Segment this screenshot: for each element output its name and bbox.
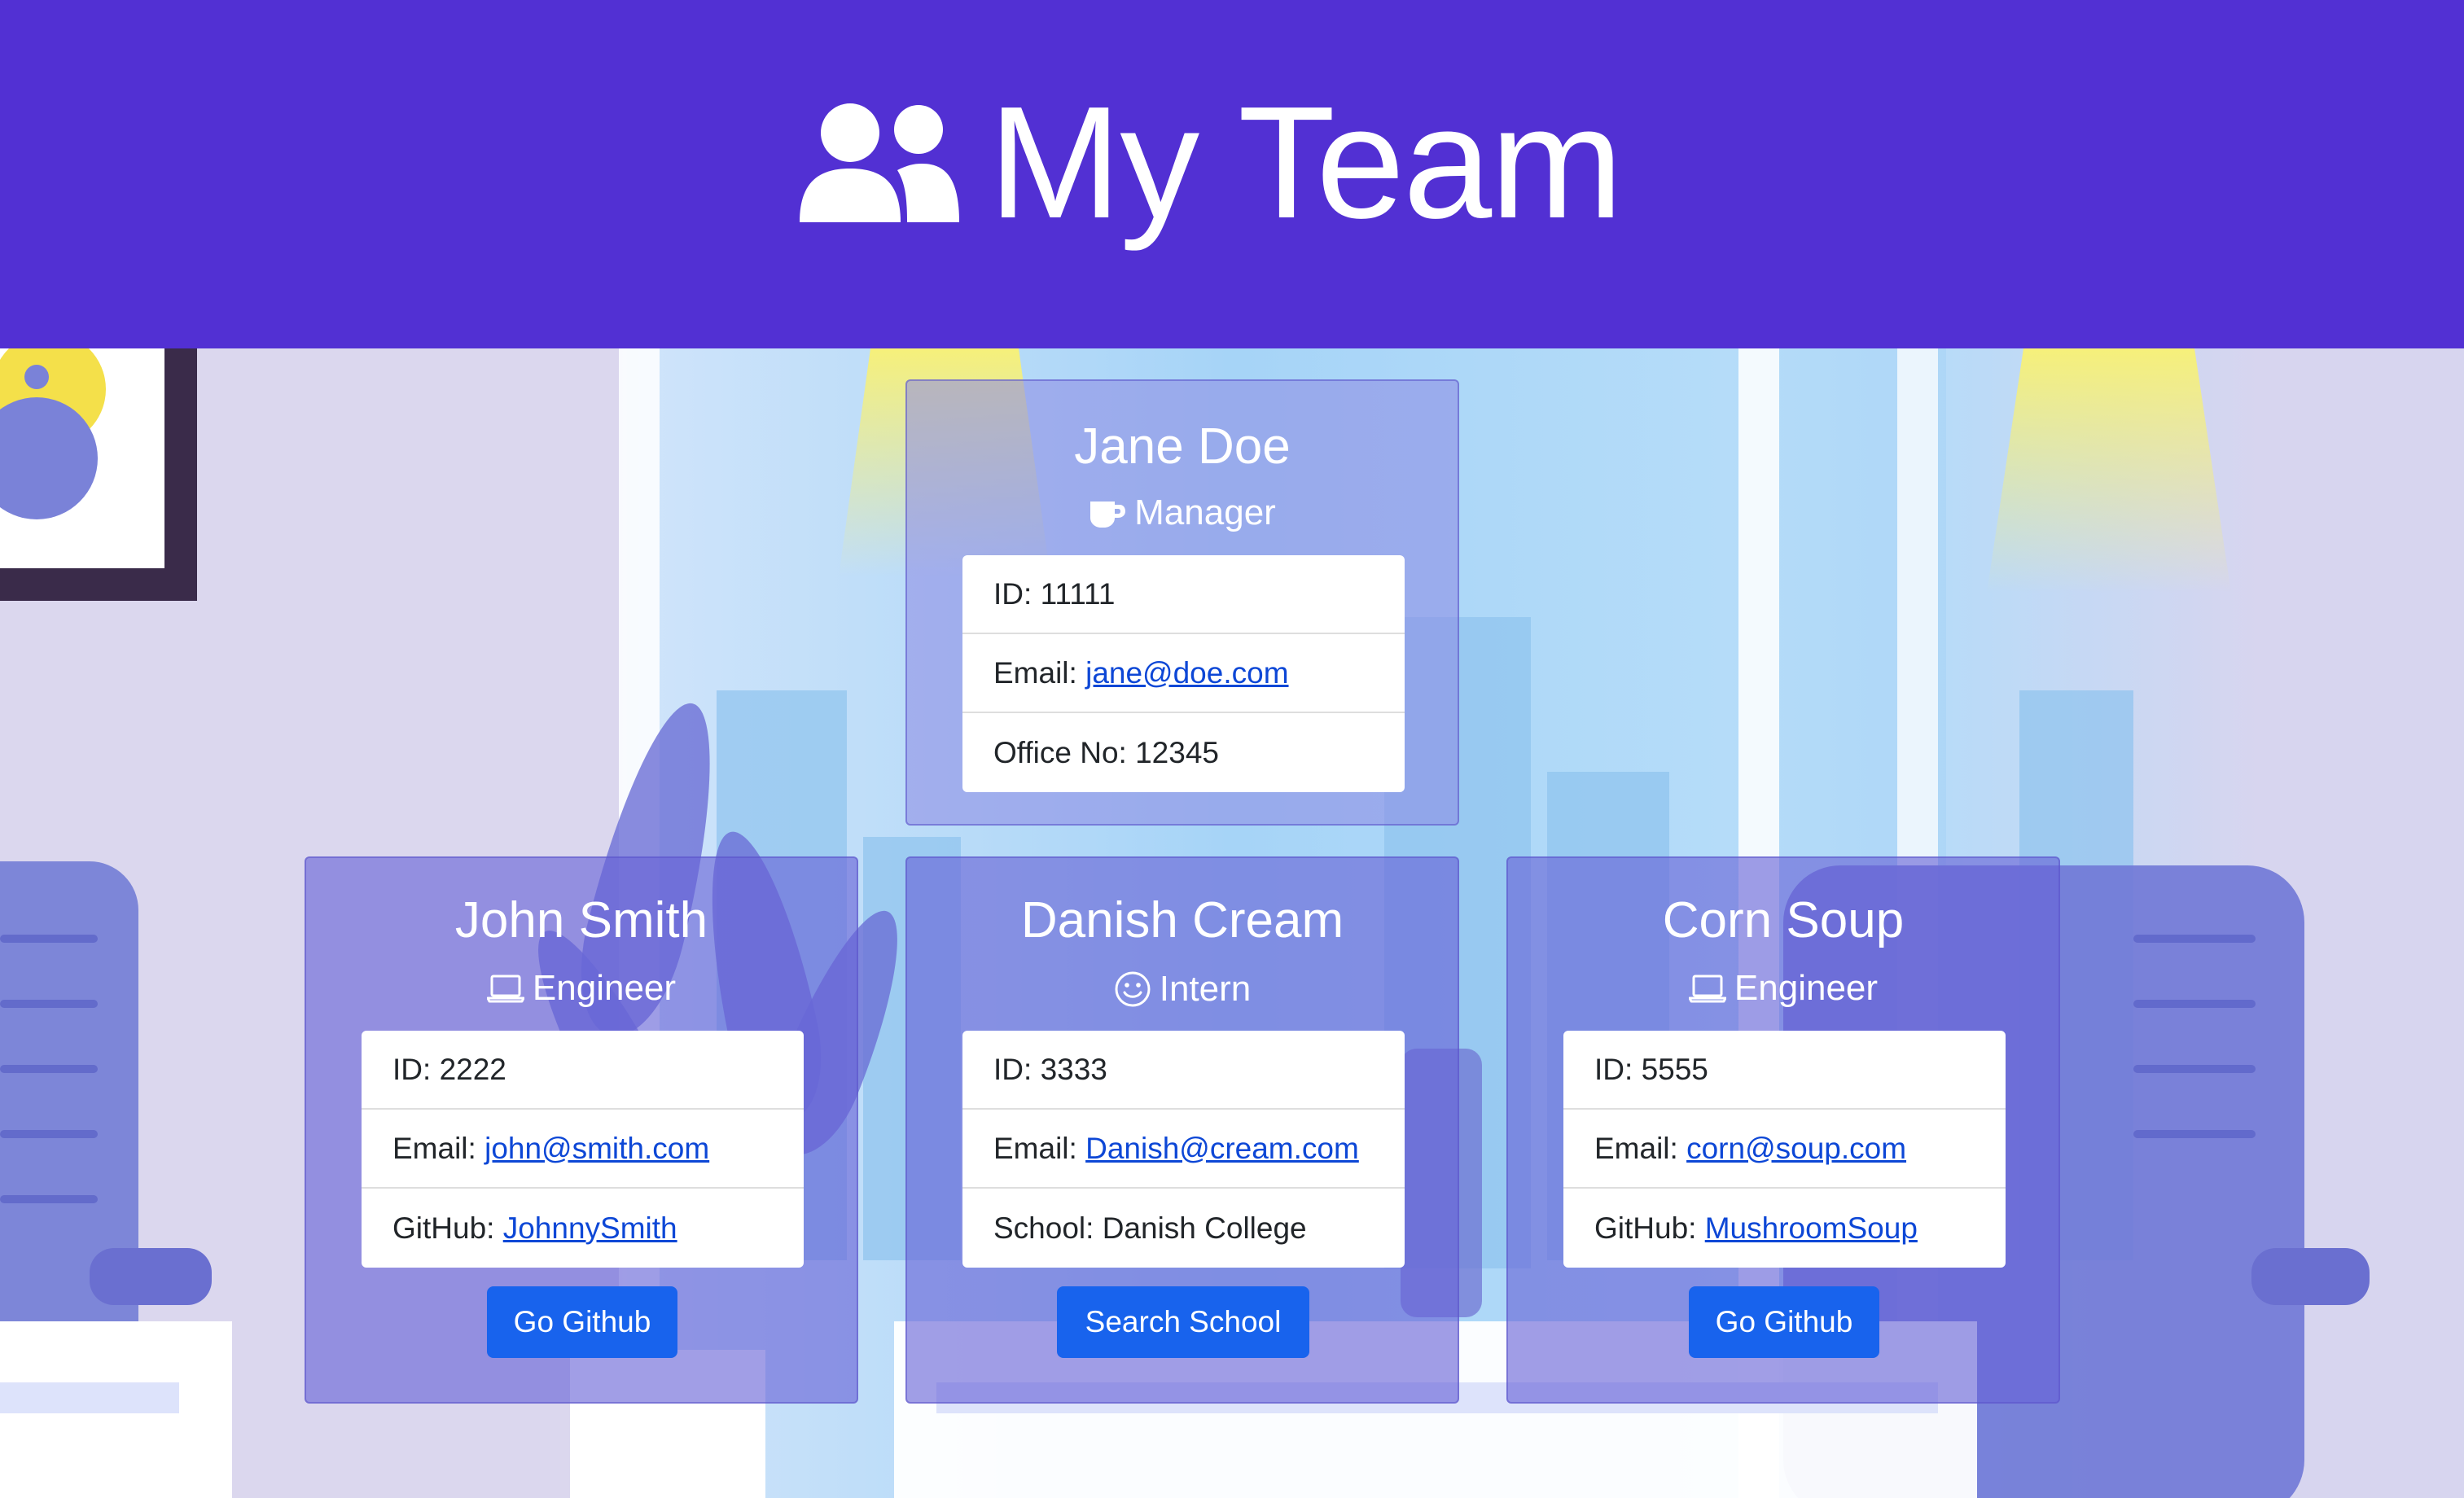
picture-dot — [24, 365, 49, 389]
email-link[interactable]: john@smith.com — [484, 1132, 709, 1166]
info-list: ID: 11111 Email: jane@doe.com Office No:… — [962, 555, 1405, 792]
email-row: Email: corn@soup.com — [1563, 1110, 2006, 1189]
email-link[interactable]: jane@doe.com — [1085, 656, 1288, 690]
chair-stripe — [0, 1195, 98, 1203]
role-label: Engineer — [532, 968, 677, 1008]
go-github-button[interactable]: Go Github — [1689, 1286, 1879, 1358]
chair-stripe — [2133, 935, 2256, 943]
chair-armrest — [90, 1248, 212, 1305]
id-row: ID: 3333 — [962, 1031, 1405, 1110]
id-label: ID: — [993, 576, 1033, 611]
id-value: 2222 — [439, 1052, 506, 1086]
school-label: School: — [993, 1211, 1094, 1245]
employee-name: Danish Cream — [1020, 892, 1344, 948]
employee-role: Engineer — [306, 970, 857, 1006]
engineer-card: John Smith Engineer ID: 2222 Email: john… — [305, 856, 858, 1404]
office-value: 12345 — [1135, 735, 1219, 769]
school-value: Danish College — [1102, 1211, 1307, 1245]
laptop-icon — [486, 975, 524, 1003]
info-list: ID: 5555 Email: corn@soup.com GitHub: Mu… — [1563, 1031, 2006, 1268]
employee-role: Manager — [907, 495, 1458, 531]
search-school-button[interactable]: Search School — [1057, 1286, 1309, 1358]
school-row: School: Danish College — [962, 1189, 1405, 1268]
role-label: Manager — [1134, 493, 1276, 532]
office-row: Office No: 12345 — [962, 713, 1405, 792]
github-link[interactable]: JohnnySmith — [503, 1211, 677, 1246]
go-github-button[interactable]: Go Github — [487, 1286, 677, 1358]
chair-armrest — [2251, 1248, 2370, 1305]
github-row: GitHub: MushroomSoup — [1563, 1189, 2006, 1268]
page-header: My Team — [0, 0, 2464, 348]
id-label: ID: — [392, 1052, 432, 1086]
info-list: ID: 2222 Email: john@smith.com GitHub: J… — [362, 1031, 804, 1268]
employee-name: Corn Soup — [1662, 892, 1905, 948]
info-list: ID: 3333 Email: Danish@cream.com School:… — [962, 1031, 1405, 1268]
github-row: GitHub: JohnnySmith — [362, 1189, 804, 1268]
chair-stripe — [2133, 1000, 2256, 1008]
employee-role: Intern — [907, 970, 1458, 1008]
laptop-icon — [1688, 975, 1726, 1003]
chair-stripe — [2133, 1130, 2256, 1138]
office-label: Office No: — [993, 735, 1127, 769]
email-row: Email: jane@doe.com — [962, 634, 1405, 713]
chair-stripe — [0, 1000, 98, 1008]
github-label: GitHub: — [392, 1211, 495, 1245]
email-link[interactable]: Danish@cream.com — [1085, 1132, 1359, 1166]
engineer-card: Corn Soup Engineer ID: 5555 Email: corn@… — [1506, 856, 2060, 1404]
manager-card: Jane Doe Manager ID: 11111 Email: jane@d… — [905, 379, 1459, 826]
desk-edge — [0, 1382, 179, 1413]
id-row: ID: 2222 — [362, 1031, 804, 1110]
chair-stripe — [0, 1065, 98, 1073]
mug-icon — [1090, 502, 1126, 528]
intern-card: Danish Cream Intern ID: 3333 Email: Dani… — [905, 856, 1459, 1404]
email-label: Email: — [993, 1131, 1077, 1165]
email-row: Email: john@smith.com — [362, 1110, 804, 1189]
id-value: 5555 — [1641, 1052, 1708, 1086]
smile-icon — [1115, 971, 1151, 1007]
role-label: Intern — [1159, 969, 1252, 1009]
page-title: My Team — [989, 73, 1623, 252]
email-label: Email: — [392, 1131, 476, 1165]
github-link[interactable]: MushroomSoup — [1705, 1211, 1918, 1246]
employee-role: Engineer — [1508, 970, 2058, 1006]
id-value: 11111 — [1040, 576, 1116, 611]
id-row: ID: 5555 — [1563, 1031, 2006, 1110]
id-label: ID: — [993, 1052, 1033, 1086]
header-brand: My Team — [800, 73, 1623, 252]
role-label: Engineer — [1734, 968, 1879, 1008]
chair-stripe — [2133, 1065, 2256, 1073]
users-icon — [800, 103, 959, 222]
email-row: Email: Danish@cream.com — [962, 1110, 1405, 1189]
chair-stripe — [0, 935, 98, 943]
email-label: Email: — [993, 655, 1077, 690]
employee-name: John Smith — [454, 892, 708, 948]
github-label: GitHub: — [1594, 1211, 1697, 1245]
email-label: Email: — [1594, 1131, 1678, 1165]
ceiling-lamp-light — [1987, 348, 2231, 593]
chair-stripe — [0, 1130, 98, 1138]
id-value: 3333 — [1040, 1052, 1107, 1086]
id-row: ID: 11111 — [962, 555, 1405, 634]
employee-name: Jane Doe — [1074, 418, 1291, 475]
id-label: ID: — [1594, 1052, 1633, 1086]
email-link[interactable]: corn@soup.com — [1686, 1132, 1906, 1166]
